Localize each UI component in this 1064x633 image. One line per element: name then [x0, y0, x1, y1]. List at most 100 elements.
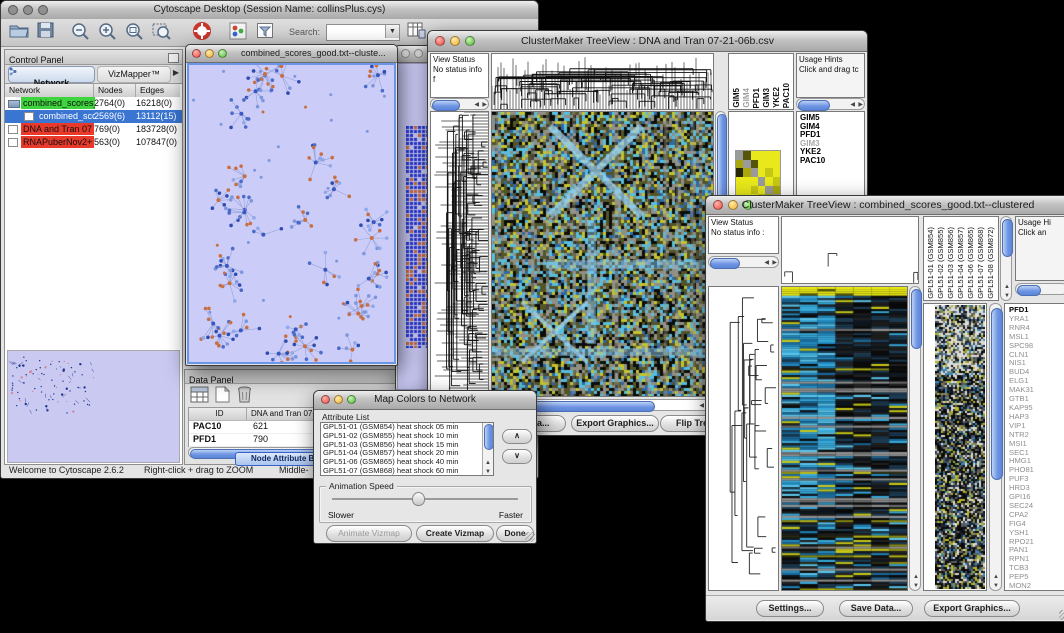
desktop: Cytoscape Desktop (Session Name: collins…: [0, 0, 1064, 633]
tv2-usage-hints: Usage HiClick an: [1015, 216, 1064, 281]
close-button[interactable]: [192, 49, 201, 58]
file-icon: [24, 112, 34, 121]
control-panel-tabs: Network VizMapper™ ▶: [5, 65, 182, 84]
tv2-gene-label[interactable]: MON2: [1009, 582, 1064, 591]
network-table-row[interactable]: RNAPuberNov2+563(0)107847(0): [5, 136, 182, 149]
tv1-heatmap-panel[interactable]: [491, 111, 714, 397]
tv2-heatmap-panel[interactable]: [781, 286, 908, 591]
speed-slider-track[interactable]: [332, 498, 518, 501]
attribute-listbox[interactable]: GPL51-01 (GSM854) heat shock 05 minGPL51…: [320, 422, 494, 476]
minimize-button[interactable]: [205, 49, 214, 58]
col-nodes[interactable]: Nodes: [94, 84, 136, 97]
zoom-in-icon[interactable]: [98, 22, 120, 42]
zoom-button[interactable]: [218, 49, 227, 58]
tv1-column-label: PAC10: [782, 83, 791, 108]
tv2-row-dendrogram[interactable]: [708, 286, 779, 591]
tv1-row-dendrogram[interactable]: [430, 111, 489, 397]
matrix-cell: [773, 160, 780, 169]
tv2-button-settings-[interactable]: Settings...: [756, 600, 824, 617]
create-vizmap-button[interactable]: Create Vizmap: [416, 525, 494, 542]
move-down-button[interactable]: ∨: [502, 449, 532, 464]
close-button[interactable]: [401, 49, 410, 58]
plugin-icon[interactable]: [229, 22, 251, 42]
float-panel-icon[interactable]: [168, 53, 179, 63]
save-icon[interactable]: [37, 22, 59, 42]
new-attribute-icon[interactable]: [215, 386, 237, 406]
tv2-column-dendrogram[interactable]: [781, 216, 919, 284]
open-file-icon[interactable]: [9, 22, 31, 42]
main-window-title: Cytoscape Desktop (Session Name: collins…: [1, 4, 538, 15]
tv2-vscrollbar[interactable]: ▲ ▼: [909, 286, 921, 591]
network-window-1: combined_scores_good.txt--cluste...: [185, 44, 398, 366]
network-table-row[interactable]: combined_sco2569(6)13112(15): [5, 110, 182, 123]
tv1-column-label: GIM4: [742, 88, 751, 108]
attribute-list-scrollbar[interactable]: ▲ ▼: [482, 423, 493, 475]
attribute-table-icon[interactable]: [407, 22, 429, 42]
edge-count: 183728(0): [136, 123, 177, 136]
matrix-cell: [743, 151, 750, 160]
speed-slider-thumb[interactable]: [412, 492, 425, 506]
tv1-button-export-graphics-[interactable]: Export Graphics...: [571, 415, 659, 432]
resize-grip[interactable]: [1059, 610, 1064, 620]
move-up-button[interactable]: ∧: [502, 429, 532, 444]
matrix-cell: [773, 177, 780, 186]
attribute-list-label: Attribute List: [322, 412, 369, 422]
tv2-gene-scrollbar[interactable]: ▲ ▼: [989, 303, 1002, 591]
matrix-cell: [751, 177, 758, 186]
tab-overflow-arrow[interactable]: ▶: [173, 68, 179, 77]
network-table-row[interactable]: DNA and Tran 07769(0)183728(0): [5, 123, 182, 136]
tv2-button-save-data-[interactable]: Save Data...: [839, 600, 913, 617]
animate-vizmap-button[interactable]: Animate Vizmap: [326, 525, 412, 542]
network-view-1[interactable]: [187, 63, 396, 364]
tv2-collabel-panel: GPL51-01 (GSM854)GPL51-02 (GSM855)GPL51-…: [923, 216, 999, 301]
tab-vizmapper[interactable]: VizMapper™: [97, 66, 171, 83]
tv2-zoom-heatmap-panel[interactable]: [923, 303, 987, 591]
search-dropdown-arrow[interactable]: ▼: [385, 25, 399, 38]
tv2-button-export-graphics-[interactable]: Export Graphics...: [924, 600, 1020, 617]
select-attributes-icon[interactable]: [190, 386, 212, 406]
tv2-column-label: GPL51-03 (GSM856): [946, 227, 955, 299]
col-edges[interactable]: Edges: [136, 84, 180, 97]
status-welcome: Welcome to Cytoscape 2.6.2: [9, 465, 124, 475]
delete-attribute-icon[interactable]: [237, 386, 259, 406]
main-titlebar[interactable]: Cytoscape Desktop (Session Name: collins…: [1, 1, 538, 20]
file-icon: [8, 138, 18, 147]
status-hint-zoom: Right-click + drag to ZOOM: [144, 465, 253, 475]
matrix-cell: [765, 160, 772, 169]
tv2-column-label: GPL51-07 (GSM868): [976, 227, 985, 299]
dialog-title: Map Colors to Network: [314, 394, 536, 405]
tv1-row-label[interactable]: PAC10: [800, 157, 864, 166]
matrix-cell: [743, 186, 750, 195]
tv1-column-dendrogram[interactable]: [491, 53, 714, 110]
faster-label: Faster: [499, 510, 523, 520]
tv1-heatmap-canvas[interactable]: [492, 112, 713, 396]
minimize-button[interactable]: [414, 49, 423, 58]
tv2-status-scrollbar[interactable]: ◀ ▶: [708, 256, 779, 268]
matrix-cell: [773, 186, 780, 195]
tab-network[interactable]: Network: [8, 66, 95, 83]
resize-grip[interactable]: [525, 532, 535, 542]
zoom-fit-icon[interactable]: [125, 22, 147, 42]
zoom-out-icon[interactable]: [71, 22, 93, 42]
network-overview-panel[interactable]: [7, 350, 180, 463]
tv1-status-scrollbar[interactable]: ◀ ▶: [430, 98, 489, 110]
tv2-hints-scrollbar[interactable]: [1015, 283, 1064, 295]
file-icon: [8, 125, 18, 134]
network-name: combined_scores_: [21, 97, 95, 109]
tv2-button-bar: Settings... Save Data... Export Graphics..…: [706, 595, 1064, 620]
tv2-collabel-scrollbar[interactable]: ▲ ▼: [1000, 216, 1012, 301]
help-icon[interactable]: [193, 22, 215, 42]
col-network[interactable]: Network: [5, 84, 94, 97]
matrix-cell: [751, 186, 758, 195]
tv1-hints-scrollbar[interactable]: ◀ ▶: [796, 98, 865, 110]
search-combobox[interactable]: ▼: [326, 24, 400, 41]
attribute-list-item[interactable]: GPL51-07 (GSM868) heat shock 60 min: [321, 467, 493, 476]
filter-icon[interactable]: [256, 22, 278, 42]
zoom-region-icon[interactable]: [152, 22, 174, 42]
matrix-cell: [736, 177, 743, 186]
tv1-usage-hints: Usage HintsClick and drag tc: [796, 53, 865, 98]
network-table-row[interactable]: combined_scores_2764(0)16218(0): [5, 97, 182, 110]
col-id[interactable]: ID: [189, 408, 247, 420]
tv2-heatmap-canvas[interactable]: [782, 287, 907, 590]
animation-speed-label: Animation Speed: [326, 481, 397, 491]
